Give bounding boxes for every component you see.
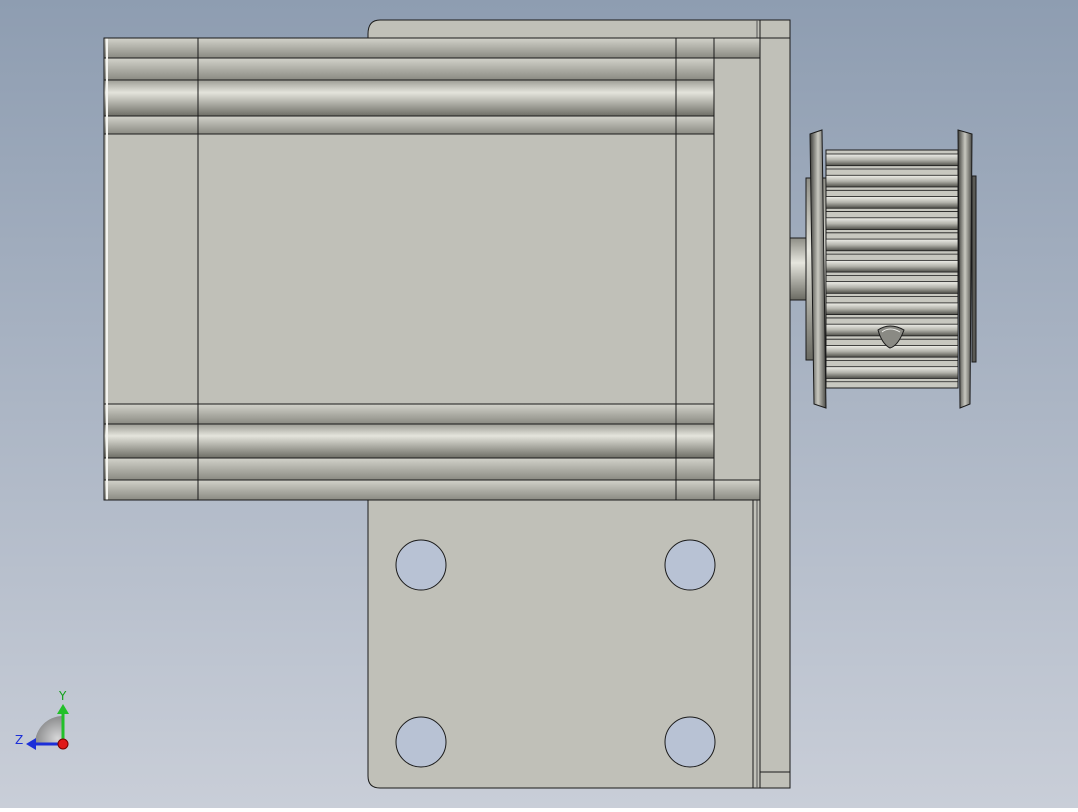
tie-rod-top	[103, 57, 715, 81]
tie-rod-top	[103, 79, 715, 117]
pulley-tooth	[825, 174, 959, 188]
tie-rod-top-end	[713, 37, 761, 59]
tie-rod-bottom	[103, 403, 715, 425]
pulley-tooth	[825, 153, 959, 167]
cad-canvas[interactable]: Y Z	[0, 0, 1078, 808]
pulley-tooth	[825, 238, 959, 252]
tie-rod-bottom	[103, 457, 715, 481]
tie-rod-bottom-end	[713, 479, 761, 501]
pulley-flange-right[interactable]	[957, 129, 973, 409]
mounting-hole[interactable]	[395, 716, 447, 768]
motor-adapter-block	[713, 57, 761, 481]
pulley-tooth	[825, 281, 959, 294]
tie-rod-bottom	[103, 423, 715, 459]
mounting-hole[interactable]	[664, 716, 716, 768]
tie-rod-top	[103, 115, 715, 135]
tie-rod-top-cap	[103, 37, 715, 59]
mounting-hole[interactable]	[395, 539, 447, 591]
pulley-tooth	[825, 217, 959, 230]
y-axis-label: Y	[58, 689, 67, 703]
cad-viewport[interactable]: Y Z	[0, 0, 1078, 808]
tie-rod-bottom-cap	[103, 479, 715, 501]
pulley-tooth	[825, 196, 959, 209]
pulley-tooth	[825, 259, 959, 273]
x-axis-point	[57, 738, 69, 750]
pulley-tooth	[825, 366, 959, 379]
mounting-hole[interactable]	[664, 539, 716, 591]
z-axis-label: Z	[15, 733, 23, 747]
bracket-end-flange[interactable]	[759, 19, 791, 789]
pulley-tooth	[825, 302, 959, 316]
pulley-flange-rim	[971, 175, 977, 363]
